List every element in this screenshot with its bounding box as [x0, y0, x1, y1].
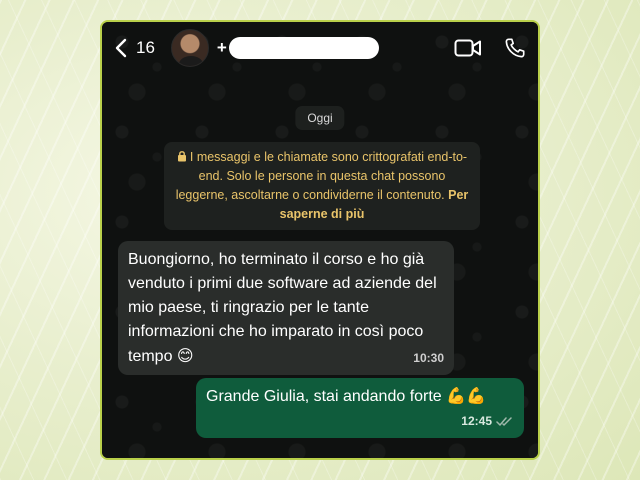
message-incoming[interactable]: Buongiorno, ho terminato il corso e ho g… [118, 241, 454, 375]
message-outgoing[interactable]: Grande Giulia, stai andando forte 💪💪 12:… [196, 378, 524, 438]
header-actions [454, 37, 526, 59]
smile-emoji-icon: 😊 [176, 346, 194, 365]
message-time: 12:45 [461, 414, 492, 428]
message-time: 10:30 [413, 351, 444, 365]
avatar[interactable] [170, 29, 209, 67]
back-button[interactable]: 16 [114, 38, 155, 58]
message-meta: 12:45 [206, 410, 514, 432]
unread-count: 16 [136, 38, 155, 57]
contact-name[interactable]: + [217, 37, 379, 59]
video-call-icon [454, 39, 481, 57]
encryption-text: I messaggi e le chiamate sono crittograf… [175, 150, 468, 202]
chevron-left-icon [115, 38, 127, 58]
message-text: Buongiorno, ho terminato il corso e ho g… [128, 251, 437, 365]
encryption-notice[interactable]: I messaggi e le chiamate sono crittograf… [164, 142, 480, 230]
flexed-biceps-emoji-icon: 💪💪 [446, 386, 486, 405]
chat-window: 16 + Oggi I messaggi e le chiamate sono … [100, 20, 540, 460]
chat-header: 16 + [102, 22, 538, 74]
message-text: Grande Giulia, stai andando forte [206, 388, 442, 405]
phone-icon [505, 38, 525, 58]
redacted-number [228, 37, 379, 59]
date-separator: Oggi [295, 106, 345, 130]
voice-call-button[interactable] [504, 37, 526, 59]
video-call-button[interactable] [454, 38, 482, 58]
contact-prefix: + [216, 38, 227, 57]
double-check-icon [496, 416, 512, 426]
lock-icon [177, 151, 186, 162]
